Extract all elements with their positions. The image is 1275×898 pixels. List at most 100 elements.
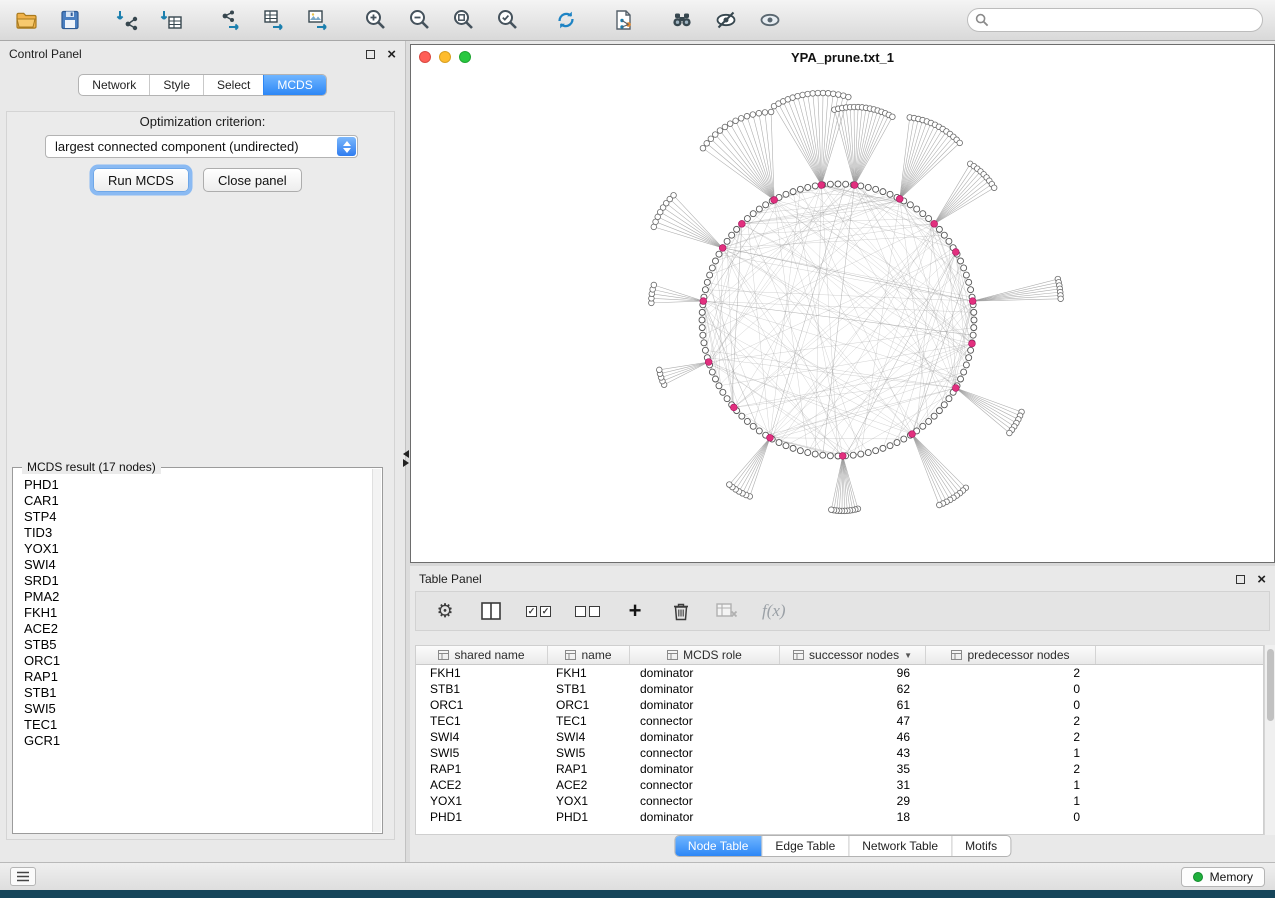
graph-node[interactable] [767,434,774,441]
window-close-icon[interactable] [419,51,431,63]
result-list-item[interactable]: ACE2 [24,621,381,637]
graph-node[interactable] [926,418,932,424]
graph-node[interactable] [712,132,718,138]
graph-node[interactable] [797,186,803,192]
graph-node[interactable] [926,216,932,222]
zoom-out-icon[interactable] [406,6,434,34]
graph-node[interactable] [830,91,836,97]
graph-node[interactable] [790,445,796,451]
graph-node[interactable] [907,202,913,208]
graph-node[interactable] [873,186,879,192]
graph-node[interactable] [963,362,969,368]
graph-node[interactable] [762,110,768,116]
result-list-item[interactable]: TID3 [24,525,381,541]
graph-node[interactable] [750,211,756,217]
graph-node[interactable] [651,282,657,288]
graph-node[interactable] [744,418,750,424]
search-input[interactable] [967,8,1263,32]
graph-node[interactable] [708,136,714,142]
result-list-item[interactable]: PMA2 [24,589,381,605]
result-list-item[interactable]: SWI5 [24,701,381,717]
graph-node[interactable] [738,116,744,122]
graph-node[interactable] [733,118,739,124]
result-list-item[interactable]: STP4 [24,509,381,525]
graph-node[interactable] [894,440,900,446]
graph-node[interactable] [941,232,947,238]
result-list-item[interactable]: RAP1 [24,669,381,685]
zoom-selected-icon[interactable] [494,6,522,34]
graph-node[interactable] [771,197,778,204]
graph-node[interactable] [966,355,972,361]
table-row[interactable]: RAP1RAP1dominator352 [416,761,1263,777]
graph-node[interactable] [790,189,796,195]
export-image-icon[interactable] [304,6,332,34]
graph-node[interactable] [968,287,974,293]
apply-layout-icon[interactable] [552,6,580,34]
graph-node[interactable] [887,443,893,449]
graph-node[interactable] [727,121,733,127]
result-list-item[interactable]: SWI4 [24,557,381,573]
graph-node[interactable] [846,94,852,100]
graph-node[interactable] [941,402,947,408]
table-row[interactable]: TEC1TEC1connector472 [416,713,1263,729]
table-scrollbar-thumb[interactable] [1267,649,1274,721]
graph-node[interactable] [756,110,762,116]
graph-node[interactable] [961,265,967,271]
graph-node[interactable] [656,367,662,373]
export-document-icon[interactable] [610,6,638,34]
graph-node[interactable] [719,245,726,252]
graph-node[interactable] [896,195,903,202]
column-header-shared-name[interactable]: shared name [416,646,548,664]
result-list-item[interactable]: FKH1 [24,605,381,621]
graph-node[interactable] [880,189,886,195]
tab-edge-table[interactable]: Edge Table [761,836,848,856]
graph-node[interactable] [850,452,856,458]
graph-node[interactable] [851,182,858,189]
window-minimize-icon[interactable] [439,51,451,63]
graph-node[interactable] [936,408,942,414]
graph-node[interactable] [946,238,952,244]
graph-node[interactable] [920,423,926,429]
graph-node[interactable] [931,220,938,227]
graph-node[interactable] [920,211,926,217]
graph-node[interactable] [887,191,893,197]
table-row[interactable]: ACE2ACE2connector311 [416,777,1263,793]
graph-node[interactable] [709,265,715,271]
table-scrollbar[interactable] [1264,645,1275,835]
import-network-icon[interactable] [114,6,142,34]
graph-node[interactable] [671,192,677,198]
graph-node[interactable] [717,128,723,134]
graph-node[interactable] [966,279,972,285]
run-mcds-button[interactable]: Run MCDS [93,168,189,192]
graph-node[interactable] [712,376,718,382]
result-list-item[interactable]: TEC1 [24,717,381,733]
open-file-icon[interactable] [12,6,40,34]
graph-node[interactable] [880,445,886,451]
graph-node[interactable] [716,251,722,257]
tab-select[interactable]: Select [203,75,263,95]
graph-node[interactable] [818,182,825,189]
graph-node[interactable] [738,220,745,227]
graph-node[interactable] [797,448,803,454]
graph-node[interactable] [700,145,706,151]
graph-node[interactable] [739,413,745,419]
table-row[interactable]: FKH1FKH1dominator962 [416,665,1263,681]
graph-node[interactable] [858,183,864,189]
search-network-icon[interactable] [668,6,696,34]
graph-node[interactable] [835,181,841,187]
graph-node[interactable] [707,272,713,278]
show-panels-button[interactable] [10,867,36,886]
close-table-panel-icon[interactable]: × [1257,575,1266,584]
add-column-icon[interactable]: + [624,598,646,624]
show-all-icon[interactable] [756,6,784,34]
graph-node[interactable] [702,347,708,353]
zoom-in-icon[interactable] [362,6,390,34]
graph-node[interactable] [716,383,722,389]
graph-node[interactable] [705,359,712,366]
graph-node[interactable] [946,396,952,402]
graph-node[interactable] [957,140,963,146]
float-table-panel-icon[interactable] [1236,575,1245,584]
select-all-icon[interactable]: ✓✓ [526,598,551,624]
graph-node[interactable] [858,451,864,457]
graph-node[interactable] [843,181,849,187]
